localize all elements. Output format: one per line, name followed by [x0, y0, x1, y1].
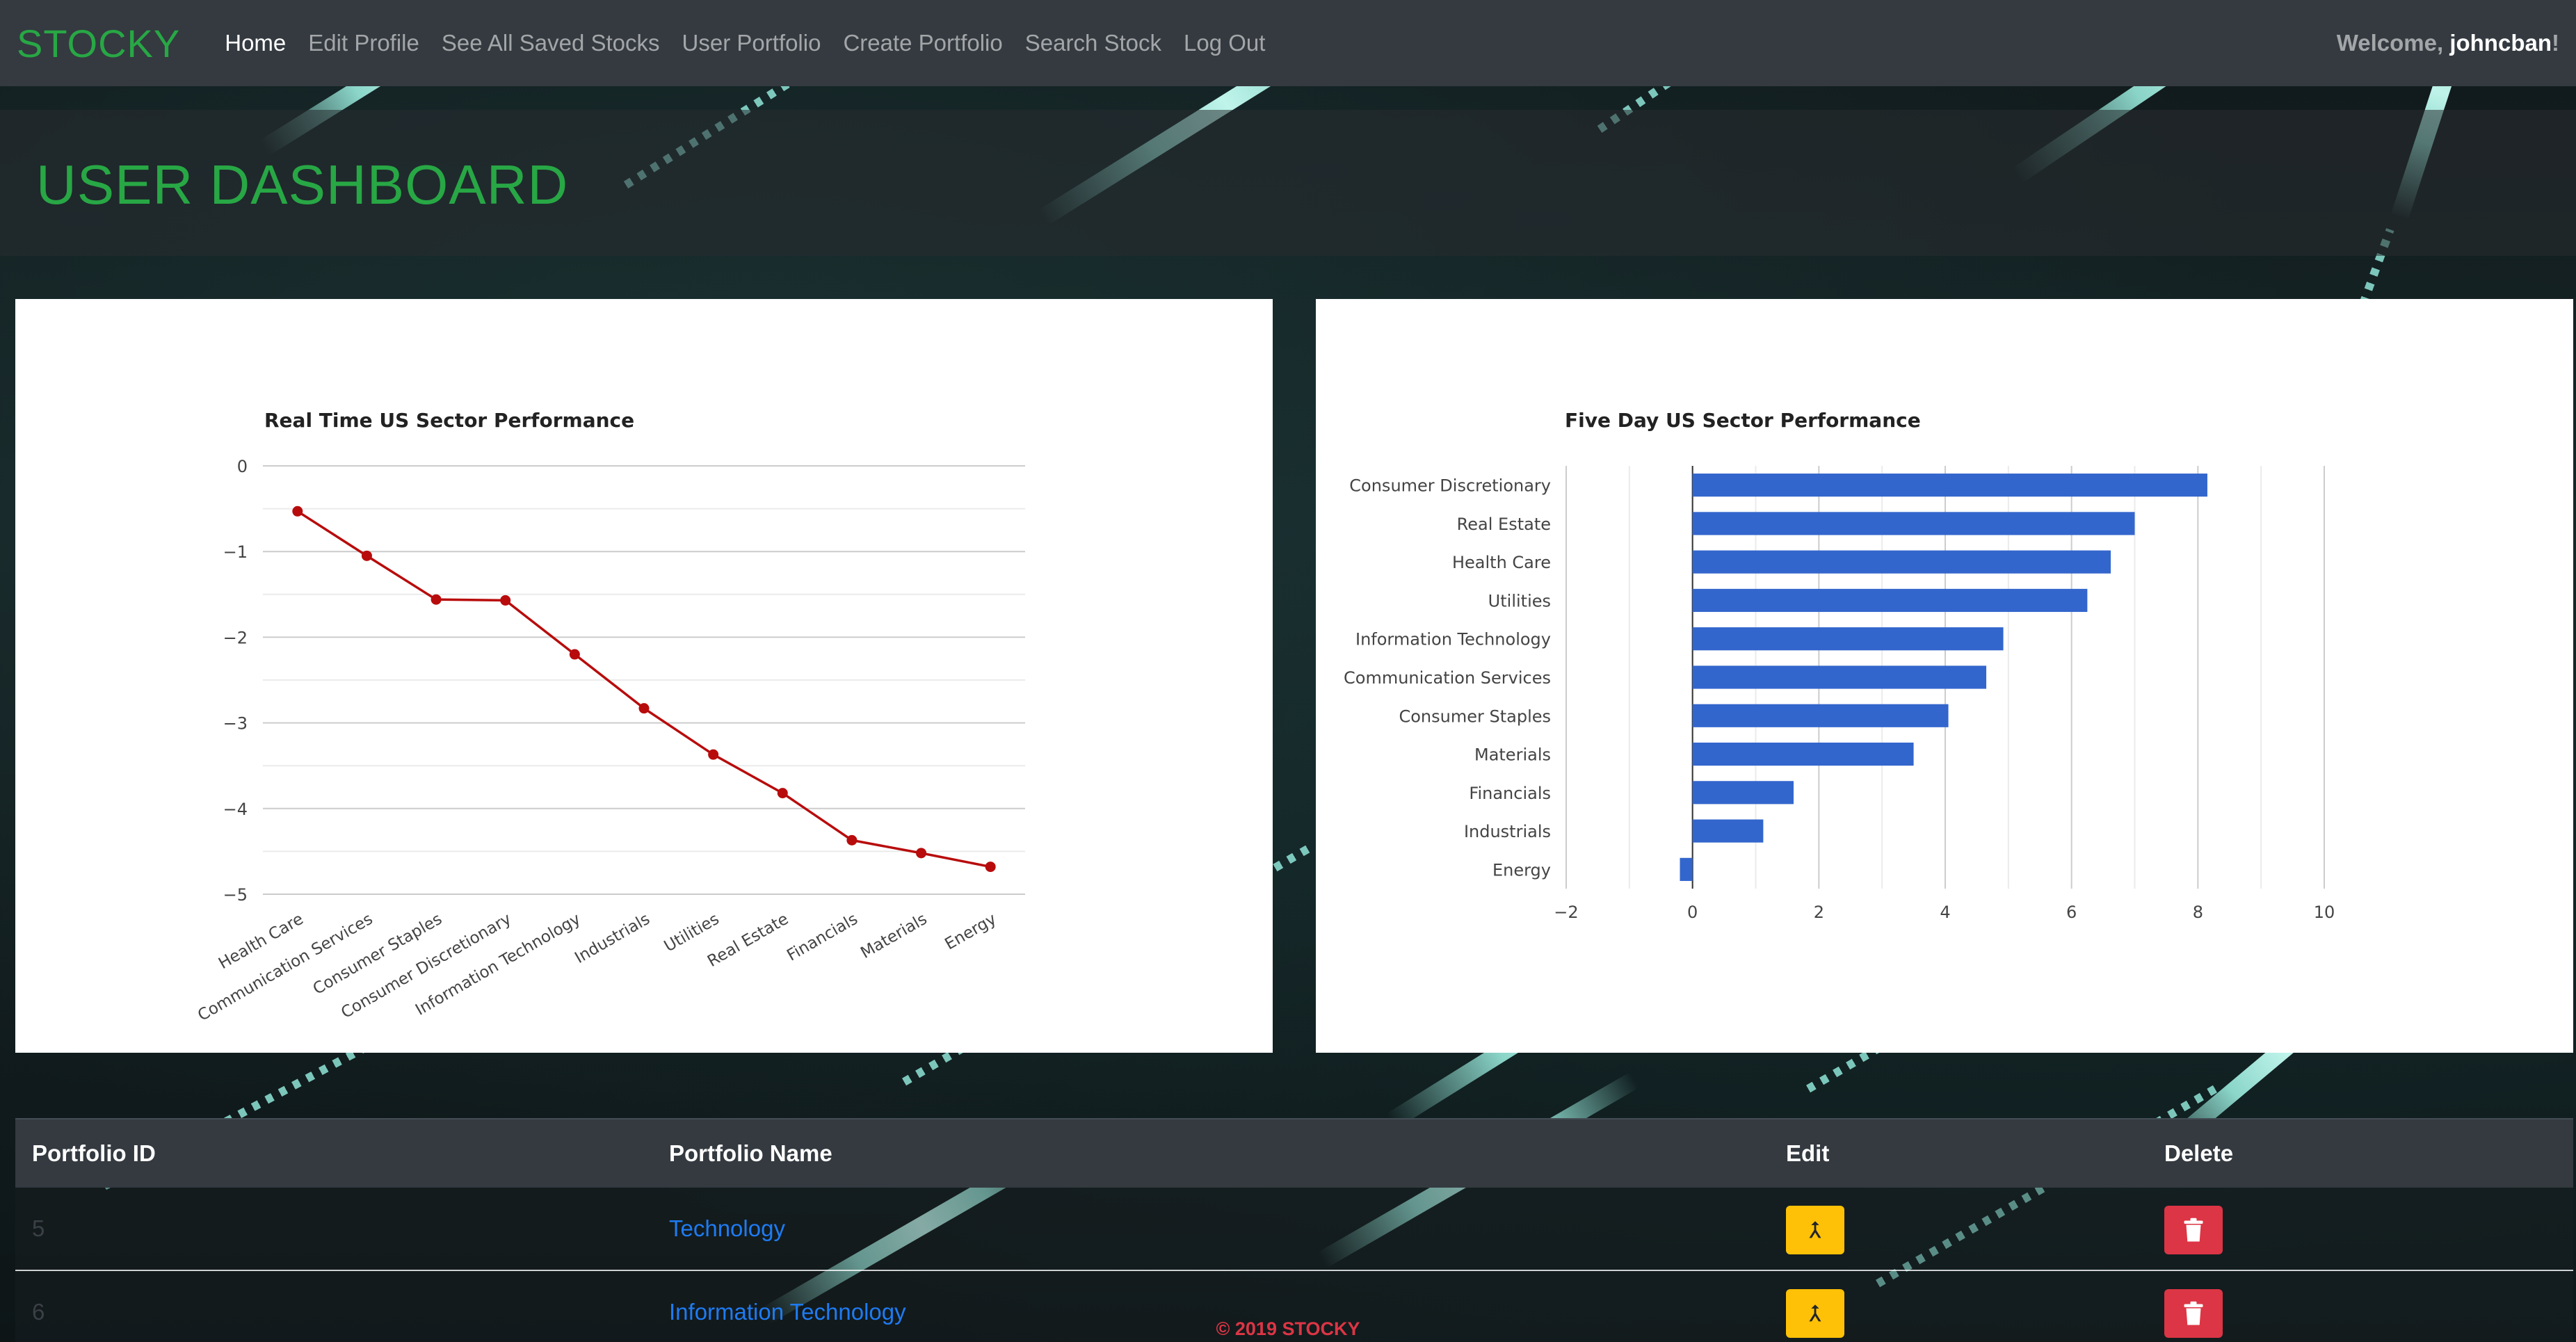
- nav-link-create-portfolio[interactable]: Create Portfolio: [832, 30, 1013, 56]
- jumbotron: USER DASHBOARD: [0, 110, 2576, 256]
- nav-link-search-stock[interactable]: Search Stock: [1014, 30, 1173, 56]
- data-point: [361, 550, 372, 561]
- y-tick-label: Consumer Staples: [1399, 706, 1551, 726]
- bar-chart-card: Five Day US Sector Performance −2 0 2 4 6 8 10 C…: [1316, 299, 2573, 1053]
- bar: [1692, 474, 2207, 497]
- y-tick-label: Energy: [1492, 860, 1551, 880]
- y-tick-label: Consumer Discretionary: [1349, 476, 1551, 496]
- series-line: [296, 510, 991, 868]
- y-tick-label: Communication Services: [1344, 668, 1551, 688]
- x-tick-label: Utilities: [661, 910, 723, 956]
- bar: [1692, 512, 2135, 535]
- x-tick-label: Financials: [784, 910, 861, 965]
- x-tick-label: −2: [1554, 903, 1578, 922]
- data-point: [292, 506, 303, 517]
- nav-link-log-out[interactable]: Log Out: [1173, 30, 1276, 56]
- data-point: [708, 749, 719, 760]
- bar: [1680, 857, 1693, 881]
- y-tick-label: −1: [223, 542, 248, 562]
- header-portfolio-name: Portfolio Name: [669, 1140, 832, 1166]
- bar: [1692, 627, 2004, 651]
- header-edit: Edit: [1786, 1140, 1830, 1166]
- username: johncban: [2449, 30, 2552, 56]
- x-tick-label: Energy: [942, 910, 999, 954]
- y-tick-label: Financials: [1469, 784, 1551, 803]
- nav-link-edit-profile[interactable]: Edit Profile: [297, 30, 430, 56]
- y-tick-label: Information Technology: [1355, 630, 1551, 649]
- nav-links: Home Edit Profile See All Saved Stocks U…: [214, 30, 1276, 56]
- y-tick-label: −3: [223, 714, 248, 734]
- welcome-prefix: Welcome,: [2336, 30, 2450, 56]
- bar: [1692, 550, 2111, 574]
- y-tick-label: −4: [223, 800, 248, 819]
- brand-logo[interactable]: STOCKY: [17, 21, 180, 66]
- x-tick-label: 8: [2193, 903, 2203, 922]
- welcome-suffix: !: [2552, 30, 2559, 56]
- x-tick-label: Materials: [858, 910, 930, 962]
- nav-link-user-portfolio[interactable]: User Portfolio: [671, 30, 832, 56]
- data-point: [569, 649, 580, 660]
- x-tick-label: 2: [1814, 903, 1824, 922]
- x-tick-label: 6: [2066, 903, 2077, 922]
- y-tick-label: −2: [223, 628, 248, 647]
- data-point: [638, 703, 650, 714]
- y-tick-label: Utilities: [1488, 591, 1551, 611]
- nav-link-home[interactable]: Home: [214, 30, 297, 56]
- bar-chart: Five Day US Sector Performance −2 0 2 4 6 8 10 C…: [1344, 409, 2335, 922]
- footer: © 2019 STOCKY: [1216, 1318, 1360, 1339]
- data-point: [846, 834, 858, 846]
- bar: [1692, 781, 1794, 805]
- portfolio-table: Portfolio ID Portfolio Name Edit Delete …: [15, 1118, 2573, 1342]
- y-tick-label: Industrials: [1464, 822, 1551, 841]
- x-tick-label: 4: [1940, 903, 1950, 922]
- y-tick-label: Materials: [1474, 745, 1551, 765]
- data-point: [430, 594, 442, 605]
- y-tick-label: Real Estate: [1457, 515, 1551, 534]
- y-tick-label: 0: [237, 457, 248, 476]
- data-point: [777, 788, 788, 799]
- portfolio-id: 5: [32, 1215, 45, 1241]
- bar: [1692, 665, 1987, 689]
- chart-title: Five Day US Sector Performance: [1565, 409, 1921, 432]
- bar: [1692, 819, 1764, 843]
- header-portfolio-id: Portfolio ID: [32, 1140, 156, 1166]
- portfolio-name-link[interactable]: Technology: [669, 1215, 785, 1242]
- table-header: Portfolio ID Portfolio Name Edit Delete: [15, 1118, 2573, 1188]
- line-chart-card: Real Time US Sector Performance 0 −1 −2 −3 −4…: [15, 299, 1273, 1053]
- header-delete: Delete: [2164, 1140, 2234, 1166]
- bar: [1692, 704, 1949, 727]
- line-chart: Real Time US Sector Performance 0 −1 −2 −3 −4…: [195, 409, 1025, 1025]
- navbar: STOCKY Home Edit Profile See All Saved S…: [0, 0, 2576, 86]
- x-tick-label: 0: [1687, 903, 1698, 922]
- data-point: [500, 595, 511, 606]
- trash-icon: [2184, 1218, 2203, 1242]
- table-row: 5 Technology: [15, 1188, 2573, 1271]
- welcome-message: Welcome, johncban!: [2337, 30, 2559, 56]
- edit-button[interactable]: [1786, 1206, 1844, 1254]
- data-point: [916, 848, 927, 859]
- x-tick-label: Industrials: [572, 910, 653, 967]
- bar: [1692, 742, 1914, 766]
- page-title: USER DASHBOARD: [36, 154, 569, 216]
- x-tick-label: 10: [2314, 903, 2335, 922]
- bar: [1692, 588, 2088, 613]
- y-tick-label: −5: [223, 885, 248, 905]
- data-point: [985, 862, 996, 873]
- merge-arrow-icon: [1809, 1221, 1821, 1238]
- chart-title: Real Time US Sector Performance: [264, 409, 634, 432]
- delete-button[interactable]: [2164, 1206, 2223, 1254]
- y-tick-label: Health Care: [1452, 553, 1551, 572]
- nav-link-saved-stocks[interactable]: See All Saved Stocks: [430, 30, 671, 56]
